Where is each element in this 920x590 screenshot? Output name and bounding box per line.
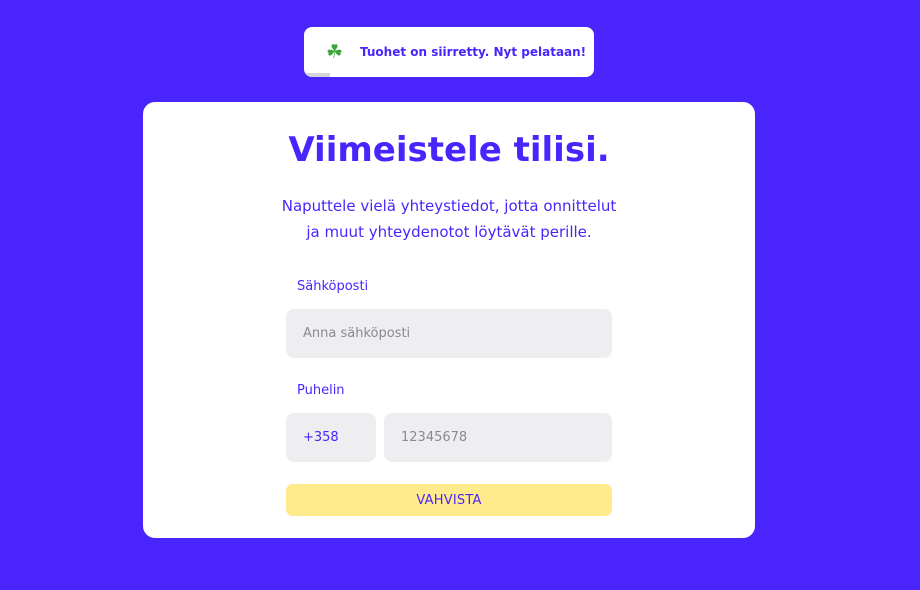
- clover-icon: ☘: [326, 41, 344, 63]
- phone-label: Puhelin: [297, 383, 345, 398]
- country-code-value: +358: [303, 430, 339, 445]
- email-field[interactable]: [286, 309, 612, 358]
- confirm-button[interactable]: VAHVISTA: [286, 484, 612, 516]
- page-title: Viimeistele tilisi.: [288, 130, 610, 170]
- notification-toast: ☘ Tuohet on siirretty. Nyt pelataan!: [304, 27, 594, 77]
- email-label: Sähköposti: [297, 279, 369, 294]
- subtitle-line-2: ja muut yhteydenotot löytävät perille.: [306, 223, 592, 241]
- account-form-card: Viimeistele tilisi. Naputtele vielä yhte…: [143, 102, 755, 538]
- subtitle-line-1: Naputtele vielä yhteystiedot, jotta onni…: [281, 197, 617, 215]
- country-code-select[interactable]: +358: [286, 413, 376, 462]
- toast-progress-bar: [304, 73, 330, 77]
- phone-number-field[interactable]: [384, 413, 612, 462]
- page-subtitle: Naputtele vielä yhteystiedot, jotta onni…: [143, 193, 755, 245]
- toast-message: Tuohet on siirretty. Nyt pelataan!: [360, 45, 587, 59]
